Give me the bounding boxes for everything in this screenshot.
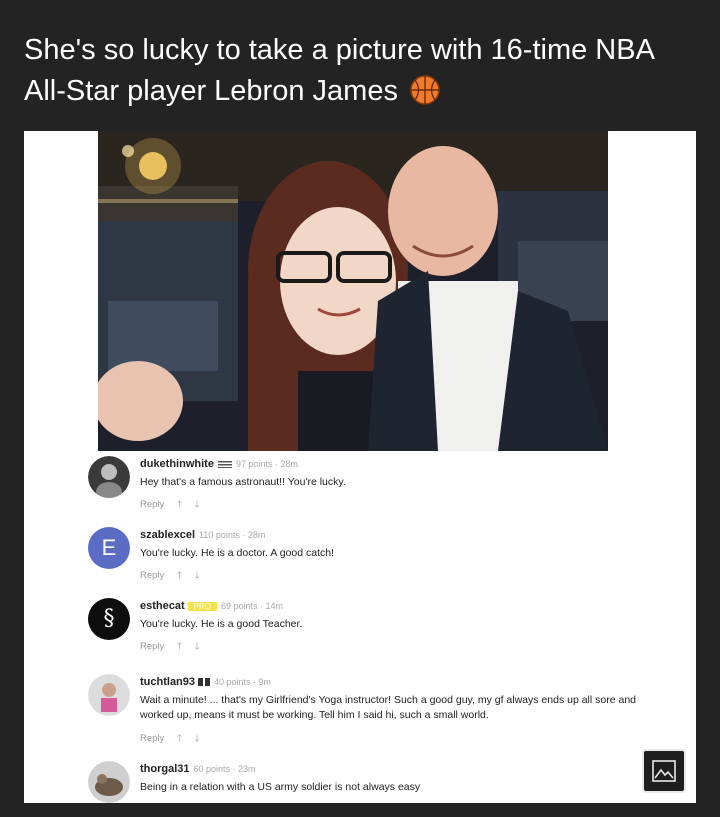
pro-badge: PRO (187, 602, 217, 611)
reply-button[interactable]: Reply (140, 733, 164, 744)
avatar[interactable] (88, 674, 130, 716)
username[interactable]: tuchtlan93 (140, 676, 195, 688)
downvote-icon[interactable]: 🡓 (195, 499, 200, 510)
comment-meta: szablexcel 110 points · 28m (140, 529, 265, 541)
downvote-icon[interactable]: 🡓 (195, 733, 200, 744)
comment-actions: Reply 🡑 🡓 (140, 568, 209, 584)
comment-text: Wait a minute! ... that's my Girlfriend'… (140, 694, 637, 721)
comment-meta: dukethinwhite 97 points · 28m (140, 458, 298, 470)
downvote-icon[interactable]: 🡓 (195, 570, 200, 581)
avatar[interactable] (88, 456, 130, 498)
points: 69 points · 14m (220, 601, 284, 611)
comment-text: Hey that's a famous astronaut!! You're l… (140, 476, 346, 488)
comment-meta: thorgal31 60 points · 23m (140, 763, 256, 775)
upvote-icon[interactable]: 🡑 (177, 733, 182, 744)
basketball-icon (410, 75, 440, 105)
downvote-icon[interactable]: 🡓 (195, 641, 200, 652)
reply-button[interactable]: Reply (140, 499, 164, 510)
comment-actions: Reply 🡑 🡓 (140, 497, 209, 513)
upvote-icon[interactable]: 🡑 (177, 570, 182, 581)
avatar[interactable]: § (88, 598, 130, 640)
post-image[interactable]: dukethinwhite 97 points · 28m Hey that's … (24, 131, 696, 803)
post-title: She's so lucky to take a picture with 16… (24, 30, 674, 112)
upvote-icon[interactable]: 🡑 (177, 641, 182, 652)
avatar[interactable]: E (88, 527, 130, 569)
comment-text: You're lucky. He is a doctor. A good cat… (140, 547, 335, 559)
reply-button[interactable]: Reply (140, 641, 164, 652)
points: 60 points · 23m (193, 764, 256, 774)
comment-text: Being in a relation with a US army soldi… (140, 781, 421, 793)
post-title-text: She's so lucky to take a picture with 16… (24, 34, 654, 107)
comment-text: You're lucky. He is a good Teacher. (140, 618, 303, 630)
comment-meta: esthecat PRO 69 points · 14m (140, 600, 283, 612)
comment-actions: Reply 🡑 🡓 (140, 639, 209, 655)
points: 110 points · 28m (199, 530, 266, 540)
flag-icon (198, 678, 211, 687)
points: 40 points · 9m (214, 677, 272, 687)
username[interactable]: dukethinwhite (140, 458, 214, 470)
photo-image (98, 131, 608, 451)
comment-meta: tuchtlan93 40 points · 9m (140, 676, 271, 688)
username[interactable]: thorgal31 (140, 763, 190, 775)
upvote-icon[interactable]: 🡑 (177, 499, 182, 510)
username[interactable]: esthecat (140, 600, 185, 612)
image-gallery-icon (652, 760, 676, 782)
flag-icon (217, 460, 232, 468)
image-gallery-button[interactable] (642, 749, 686, 793)
username[interactable]: szablexcel (140, 529, 195, 541)
avatar[interactable] (88, 761, 130, 803)
points: 97 points · 28m (235, 459, 298, 469)
comment-actions: Reply 🡑 🡓 (140, 731, 209, 747)
reply-button[interactable]: Reply (140, 570, 164, 581)
